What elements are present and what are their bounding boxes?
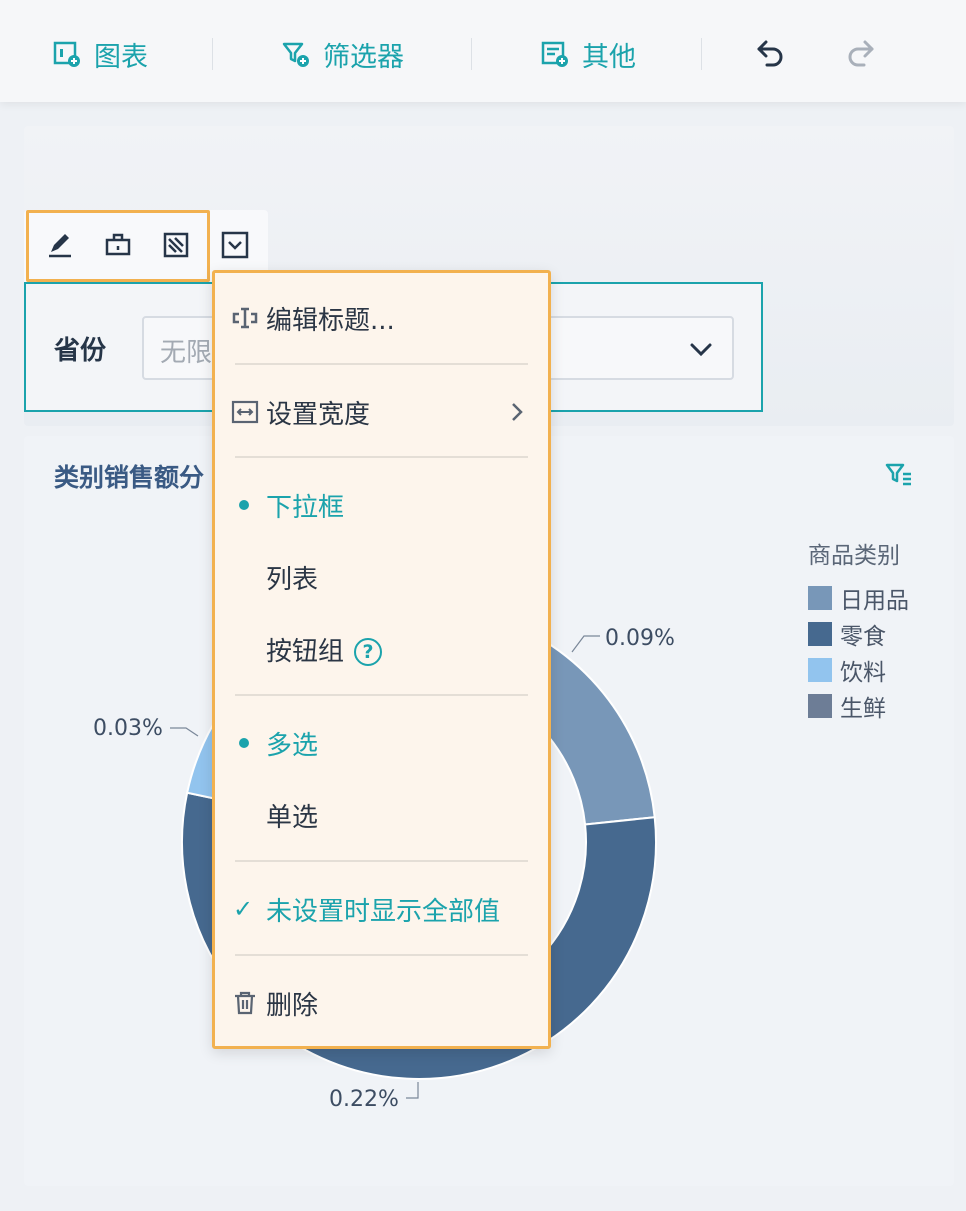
menu-edit-title-label: 编辑标题... (266, 305, 395, 336)
menu-multi-select[interactable]: 多选 (215, 715, 548, 771)
dropdown-toggle-icon[interactable] (220, 230, 250, 260)
legend-item[interactable]: 生鲜 (808, 688, 909, 724)
chart-filter-icon[interactable] (884, 460, 914, 490)
label-0-22: 0.22% (329, 1087, 399, 1112)
menu-delete-label: 删除 (266, 990, 319, 1021)
filter-context-menu: 编辑标题... 设置宽度 下拉框 列表 按钮组? 多选 单选 ✓ 未设置时显示全… (212, 270, 551, 1049)
menu-dropdown-label: 下拉框 (266, 492, 345, 523)
legend-item[interactable]: 零食 (808, 616, 909, 652)
chart-legend: 商品类别 日用品 零食 饮料 生鲜 (808, 536, 909, 724)
menu-divider (235, 363, 528, 365)
menu-dropdown[interactable]: 下拉框 (215, 477, 548, 533)
filter-add-icon (282, 42, 309, 67)
menu-divider (235, 694, 528, 696)
trash-icon (235, 991, 255, 1015)
label-0-09: 0.09% (605, 626, 675, 651)
menu-single-select[interactable]: 单选 (215, 787, 548, 843)
width-icon (231, 400, 259, 424)
chevron-right-icon (512, 403, 523, 421)
menu-set-width[interactable]: 设置宽度 (215, 384, 548, 440)
add-chart-button[interactable]: 图表 (52, 34, 148, 74)
menu-button-group-text: 按钮组 (266, 636, 345, 667)
add-filter-button[interactable]: 筛选器 (281, 34, 404, 74)
label-leader-line (170, 727, 199, 737)
menu-divider (235, 860, 528, 862)
legend-label: 生鲜 (840, 696, 886, 722)
other-add-icon (541, 41, 568, 67)
menu-button-group[interactable]: 按钮组? (215, 621, 548, 677)
style-icon[interactable] (161, 230, 191, 260)
redo-icon[interactable] (843, 36, 877, 70)
selected-dot-icon (239, 500, 249, 510)
menu-button-group-label: 按钮组? (266, 631, 383, 668)
divider (701, 38, 702, 70)
check-icon: ✓ (233, 895, 254, 923)
chevron-down-icon (690, 343, 712, 357)
move-icon[interactable] (103, 230, 133, 260)
select-placeholder: 无限 (160, 338, 213, 368)
menu-delete[interactable]: 删除 (215, 975, 548, 1031)
menu-edit-title[interactable]: 编辑标题... (215, 290, 548, 346)
label-0-03: 0.03% (93, 716, 163, 741)
menu-divider (235, 954, 528, 956)
add-other-button[interactable]: 其他 (540, 34, 636, 74)
undo-icon[interactable] (754, 36, 788, 70)
label-leader-line (571, 635, 600, 653)
legend-label: 饮料 (840, 660, 886, 686)
legend-swatch (808, 586, 832, 610)
label-leader-line (406, 1082, 419, 1099)
legend-title: 商品类别 (808, 543, 900, 569)
divider (212, 38, 213, 70)
top-toolbar: 图表 筛选器 其他 (0, 0, 966, 102)
legend-label: 零食 (840, 624, 886, 650)
filter-label: 筛选器 (323, 41, 404, 73)
menu-list[interactable]: 列表 (215, 549, 548, 605)
menu-divider (235, 456, 528, 458)
menu-list-label: 列表 (266, 564, 319, 595)
chart-title: 类别销售额分 (54, 463, 205, 492)
chart-add-icon (53, 41, 80, 67)
divider (471, 38, 472, 70)
legend-item[interactable]: 饮料 (808, 652, 909, 688)
menu-set-width-label: 设置宽度 (266, 399, 371, 430)
menu-multi-select-label: 多选 (266, 730, 319, 761)
menu-single-select-label: 单选 (266, 802, 319, 833)
legend-swatch (808, 658, 832, 682)
other-label: 其他 (582, 41, 636, 73)
edit-icon[interactable] (45, 230, 75, 260)
filter-field-label: 省份 (54, 336, 107, 366)
text-cursor-icon (232, 307, 258, 329)
chart-label: 图表 (94, 41, 148, 73)
selected-dot-icon (239, 738, 249, 748)
legend-swatch (808, 694, 832, 718)
legend-label: 日用品 (840, 588, 909, 614)
legend-item[interactable]: 日用品 (808, 580, 909, 616)
menu-show-all[interactable]: ✓ 未设置时显示全部值 (215, 881, 548, 937)
menu-show-all-label: 未设置时显示全部值 (266, 896, 501, 927)
legend-swatch (808, 622, 832, 646)
help-icon[interactable]: ? (354, 638, 383, 666)
